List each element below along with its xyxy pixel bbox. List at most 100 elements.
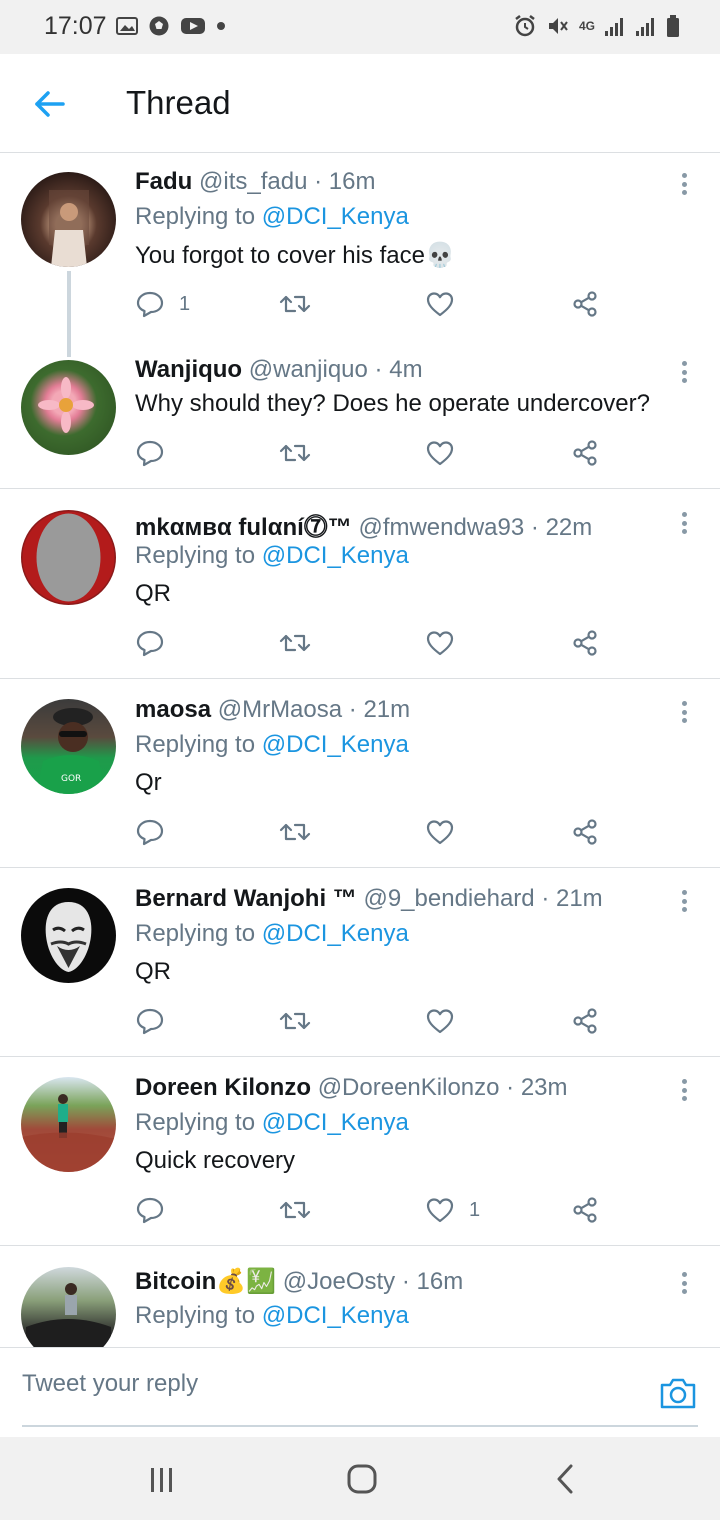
more-options-button[interactable] (672, 1075, 696, 1105)
retweet-button[interactable] (278, 814, 312, 850)
author-handle: @DoreenKilonzo (317, 1074, 500, 1101)
retweet-icon (279, 1012, 311, 1030)
mention-link[interactable]: @DCI_Kenya (262, 1109, 409, 1136)
replying-prefix: Replying to (135, 920, 256, 947)
svg-text:GOR: GOR (61, 774, 81, 784)
share-button[interactable] (570, 1003, 600, 1039)
reply-button[interactable] (135, 1192, 179, 1228)
like-button[interactable] (425, 435, 469, 471)
tweet[interactable]: Doreen Kilonzo @DoreenKilonzo · 23m Repl… (0, 1057, 720, 1246)
reply-button[interactable] (135, 814, 179, 850)
home-button[interactable] (342, 1459, 382, 1499)
signal-icon (605, 18, 623, 36)
tweet[interactable]: Fadu @its_fadu · 16m Replying to @DCI_Ke… (0, 153, 720, 357)
like-button[interactable] (425, 286, 469, 322)
more-options-button[interactable] (672, 508, 696, 538)
share-button[interactable] (570, 625, 600, 661)
share-button[interactable] (570, 1192, 600, 1228)
separator: · (348, 696, 357, 723)
reply-button[interactable] (135, 435, 179, 471)
retweet-icon (279, 823, 311, 841)
alarm-icon (515, 15, 535, 37)
like-button[interactable] (425, 625, 469, 661)
reply-button[interactable] (135, 625, 179, 661)
mute-icon (548, 18, 568, 34)
back-chevron-icon (557, 1464, 573, 1494)
author-name[interactable]: Bernard Wanjohi ™ (135, 885, 357, 912)
recents-button[interactable] (142, 1459, 182, 1499)
tweet-text: Why should they? Does he operate underco… (135, 390, 650, 417)
retweet-icon (279, 295, 311, 313)
mention-link[interactable]: @DCI_Kenya (262, 1302, 409, 1329)
like-button[interactable] (425, 1003, 469, 1039)
retweet-button[interactable] (278, 1192, 312, 1228)
like-button[interactable] (425, 814, 469, 850)
tweet-text: QR (135, 958, 171, 985)
mention-link[interactable]: @DCI_Kenya (262, 731, 409, 758)
reply-button[interactable]: 1 (135, 286, 190, 322)
tweet-actions (135, 1003, 615, 1039)
tweet[interactable]: Bitcoin💰💹 @JoeOsty · 16m Replying to @DC… (0, 1246, 720, 1347)
share-button[interactable] (570, 435, 600, 471)
heart-icon (426, 631, 454, 656)
camera-button[interactable] (658, 1373, 698, 1413)
author-name[interactable]: Bitcoin💰💹 (135, 1268, 276, 1295)
author-name[interactable]: maosa (135, 696, 211, 723)
system-nav-bar (0, 1437, 720, 1520)
share-button[interactable] (570, 286, 600, 322)
more-options-button[interactable] (672, 169, 696, 199)
tweet[interactable]: mkαмвα fulαní⓻™ @fmwendwa93 · 22m Replyi… (0, 489, 720, 679)
like-count: 1 (469, 1198, 481, 1221)
avatar[interactable] (21, 888, 116, 983)
avatar[interactable] (21, 1267, 116, 1347)
tweet-text: Quick recovery (135, 1147, 296, 1174)
avatar[interactable]: GOR (21, 699, 116, 794)
share-icon (573, 440, 597, 466)
retweet-button[interactable] (278, 625, 312, 661)
separator: · (530, 514, 539, 541)
tweet-text: Qr (135, 769, 162, 796)
author-name[interactable]: Fadu (135, 168, 192, 195)
tweet[interactable]: Wanjiquo @wanjiquo · 4m Why should they?… (0, 339, 720, 489)
tweet[interactable]: Bernard Wanjohi ™ @9_bendiehard · 21m Re… (0, 868, 720, 1057)
author-name[interactable]: Wanjiquo (135, 356, 242, 383)
avatar[interactable] (21, 1077, 116, 1172)
retweet-button[interactable] (278, 435, 312, 471)
retweet-button[interactable] (278, 1003, 312, 1039)
back-button[interactable] (28, 82, 72, 126)
mention-link[interactable]: @DCI_Kenya (262, 920, 409, 947)
reply-icon (136, 630, 164, 657)
reply-composer: Tweet your reply (0, 1347, 720, 1437)
mention-link[interactable]: @DCI_Kenya (262, 203, 409, 230)
network-type: 4G (578, 19, 595, 33)
tweet-time: 4m (389, 356, 423, 383)
mention-link[interactable]: @DCI_Kenya (262, 542, 409, 569)
heart-icon (426, 441, 454, 466)
avatar[interactable] (21, 510, 116, 605)
avatar[interactable] (21, 360, 116, 455)
thread-feed[interactable]: Fadu @its_fadu · 16m Replying to @DCI_Ke… (0, 153, 720, 1347)
tweet-time: 23m (520, 1074, 568, 1101)
replying-to: Replying to @DCI_Kenya (135, 542, 409, 570)
retweet-button[interactable] (278, 286, 312, 322)
more-options-button[interactable] (672, 697, 696, 727)
avatar[interactable] (21, 172, 116, 267)
like-button[interactable]: 1 (425, 1192, 480, 1228)
retweet-icon (279, 1201, 311, 1219)
notification-dot-icon (217, 22, 225, 30)
replying-to: Replying to @DCI_Kenya (135, 1302, 409, 1330)
signal-icon-2 (636, 18, 654, 36)
home-icon (347, 1464, 377, 1494)
system-back-button[interactable] (545, 1459, 585, 1499)
thread-header: Thread (0, 54, 720, 153)
author-name[interactable]: mkαмвα fulαní⓻™ (135, 514, 352, 541)
reply-input[interactable]: Tweet your reply (22, 1370, 198, 1398)
share-button[interactable] (570, 814, 600, 850)
replying-to: Replying to @DCI_Kenya (135, 1109, 409, 1137)
tweet[interactable]: GOR maosa @MrMaosa · 21m Replying to @DC… (0, 679, 720, 868)
more-options-button[interactable] (672, 886, 696, 916)
more-options-button[interactable] (672, 1268, 696, 1298)
author-name[interactable]: Doreen Kilonzo (135, 1074, 311, 1101)
more-options-button[interactable] (672, 357, 696, 387)
reply-button[interactable] (135, 1003, 179, 1039)
